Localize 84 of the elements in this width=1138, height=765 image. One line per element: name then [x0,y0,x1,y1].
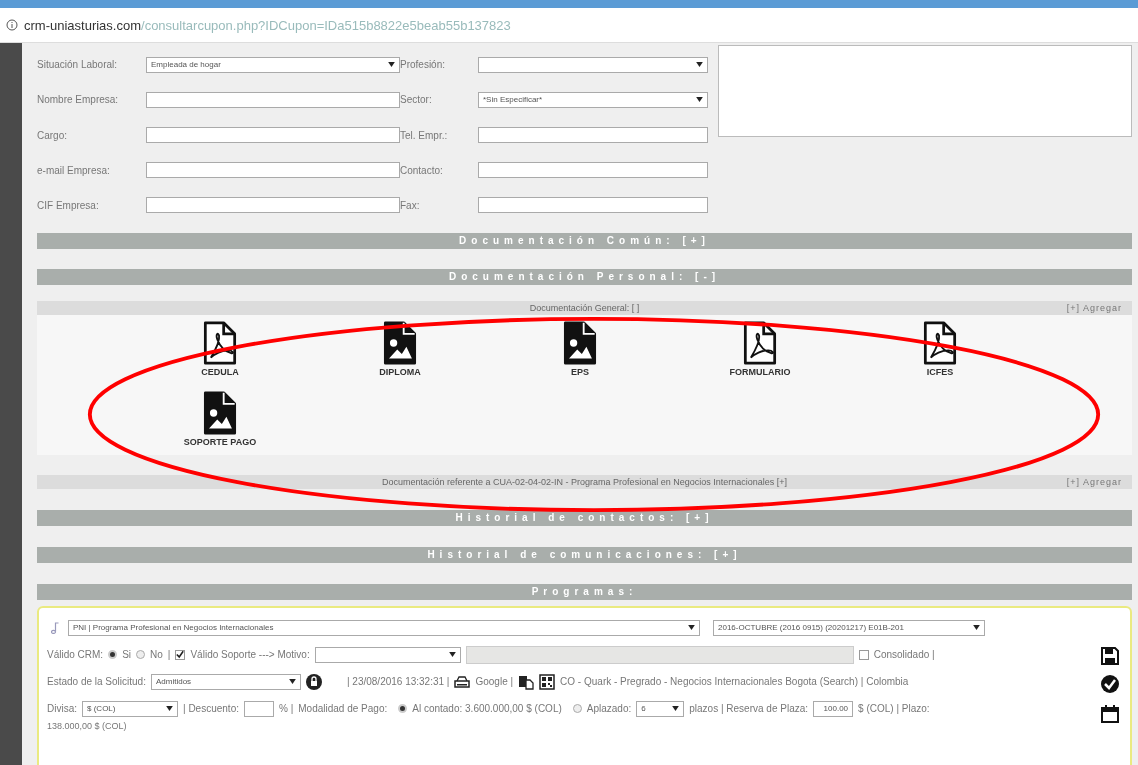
field-label: Profesión: [400,59,447,71]
select-field[interactable]: *Sin Especificar* [478,91,708,108]
printer-icon[interactable] [454,673,471,690]
radio-button[interactable] [572,704,582,713]
radio-button[interactable] [108,650,118,659]
field-label: e-mail Empresa: [37,164,111,176]
subsection-title[interactable]: Documentación referente a CUA-02-04-02-IN - Programa Profesional en Negocios Internacionales [+] [382,475,787,489]
input-field[interactable] [146,162,400,179]
radio-button[interactable] [398,704,408,713]
program-select[interactable]: PNI | Programa Profesional en Negocios Internacionales [68,619,700,636]
radio-label: Si [122,649,132,660]
field-label: Situación Laboral: [37,59,119,71]
dropdown-caret-icon [672,706,680,711]
lock-icon[interactable] [305,673,322,690]
input-field[interactable] [478,197,708,214]
unit-text: $ (COL) | Plazo: [858,703,930,714]
amount-text: 138.000,00 $ (COL) [47,722,128,731]
dropdown-caret-icon [288,679,296,684]
qr-code-icon[interactable] [539,673,556,690]
document-label[interactable]: ICFES [926,367,954,377]
checkbox[interactable] [858,649,869,660]
checkbox-label: Válido Soporte ---> Motivo: [190,649,310,660]
field-label: CIF Empresa: [37,199,100,211]
field-label: Sector: [400,94,433,106]
input-field[interactable] [478,162,708,179]
field-label: Nombre Empresa: [37,94,120,106]
document-label[interactable]: CEDULA [201,367,239,377]
radio-label: No [150,649,163,660]
document-label[interactable]: FORMULARIO [729,367,791,377]
input-field[interactable] [478,127,708,143]
copy-icon[interactable] [518,673,535,690]
currency-select[interactable]: $ (COL) [82,700,178,717]
dropdown-caret-icon [448,652,456,657]
field-label: Tel. Empr.: [400,129,449,141]
field-label: Contacto: [400,164,444,176]
document-label[interactable]: SOPORTE PAGO [183,437,257,447]
status-select[interactable]: Admitidos [150,673,301,690]
installments-select[interactable]: 6 [636,700,685,717]
add-link[interactable]: [+] Agregar [1066,475,1122,489]
dropdown-caret-icon [166,706,173,711]
dropdown-caret-icon [388,62,395,68]
period-select[interactable]: 2016-OCTUBRE (2016 0915) (20201217) E01B-201 [713,619,985,636]
field-label: Divisa: [47,703,77,714]
dropdown-caret-icon [973,625,980,630]
unit-text: % | [279,703,294,714]
checkbox[interactable] [175,649,186,660]
timestamp-text: | 23/08/2016 13:32:31 | [346,676,450,687]
field-label: Cargo: [37,129,68,141]
notes-textarea[interactable] [718,45,1132,137]
field-label: Válido CRM: [47,649,104,660]
select-field[interactable] [478,56,708,73]
input-field[interactable] [146,91,400,108]
subsection-title[interactable]: Documentación General: [ ] [529,301,640,315]
document-label[interactable]: EPS [571,367,589,377]
save-icon[interactable] [1100,646,1120,666]
field-label: Modalidad de Pago: [298,703,388,714]
discount-input[interactable] [244,700,274,717]
source-text: Google | [475,676,514,687]
separator-text: | [167,649,171,660]
select-field[interactable]: Empleada de hogar [146,56,400,73]
note-icon [51,621,59,634]
reason-select[interactable] [314,646,461,663]
field-label: | Descuento: [183,703,239,714]
campaign-text: CO - Quark - Pregrado - Negocios Internacionales Bogota (Search) | Colombia [560,676,909,687]
radio-button[interactable] [136,650,146,659]
address-bar[interactable]: crm-uniasturias.com/consultarcupon.php?IDCupon=IDa515b8822e5beab55b137823 [6,17,511,33]
dropdown-caret-icon [688,625,695,630]
radio-label: Aplazado: [586,703,632,714]
check-circle-icon[interactable] [1100,674,1120,694]
reservation-input[interactable]: 100.00 [813,700,854,717]
field-label: Fax: [400,199,421,211]
field-label: plazos | Reserva de Plaza: [689,703,809,714]
document-label[interactable]: DIPLOMA [379,367,421,377]
info-icon [6,19,18,31]
add-link[interactable]: [+] Agregar [1066,301,1122,315]
field-label: Estado de la Solicitud: [47,676,146,687]
input-field[interactable] [146,197,400,214]
input-field[interactable] [146,127,400,143]
dropdown-caret-icon [696,97,703,103]
calendar-icon[interactable] [1100,704,1120,724]
checkbox-label: Consolidado | [873,649,935,660]
radio-label: Al contado: 3.600.000,00 $ (COL) [412,703,562,714]
reason-textarea[interactable] [465,645,854,664]
dropdown-caret-icon [696,62,703,68]
